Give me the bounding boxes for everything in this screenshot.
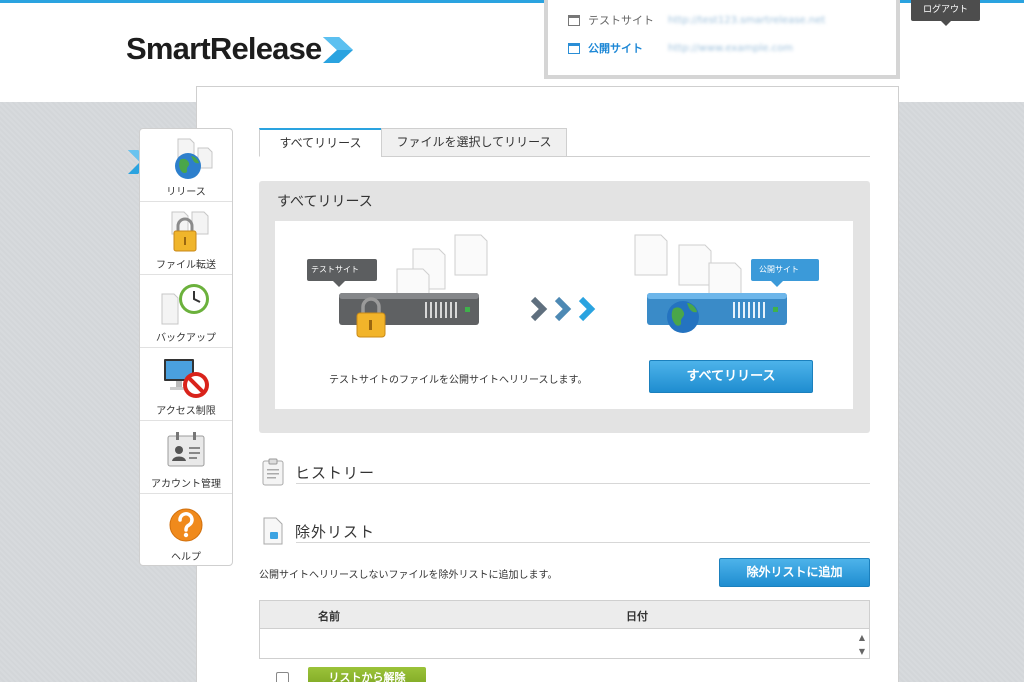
site-switcher: テストサイト http://test123.smartrelease.net 公… xyxy=(544,0,900,79)
public-site-row[interactable]: 公開サイト http://www.example.com xyxy=(568,40,793,56)
column-date[interactable]: 日付 xyxy=(626,608,648,624)
sidebar-item-help[interactable]: ヘルプ xyxy=(140,494,232,567)
table-header: 名前 日付 xyxy=(260,601,869,629)
add-exclusion-button[interactable]: 除外リストに追加 xyxy=(719,558,870,587)
logo[interactable]: SmartRelease xyxy=(126,31,354,67)
test-site-row[interactable]: テストサイト http://test123.smartrelease.net xyxy=(568,12,825,28)
table-scrollbar[interactable]: ▲ ▼ xyxy=(857,631,867,659)
test-site-label: テストサイト xyxy=(588,14,654,27)
test-site-tag: テストサイト xyxy=(311,265,359,274)
exclusion-table: 名前 日付 ▲ ▼ xyxy=(259,600,870,659)
test-site-url[interactable]: http://test123.smartrelease.net xyxy=(668,15,825,26)
window-icon xyxy=(568,14,580,26)
id-card-icon xyxy=(167,432,205,467)
column-name[interactable]: 名前 xyxy=(318,608,340,624)
logo-arrow-icon xyxy=(323,37,354,63)
remove-from-list-button[interactable]: リストから解除 xyxy=(308,667,426,682)
clock-icon xyxy=(161,284,209,325)
exclusion-description: 公開サイトへリリースしないファイルを除外リストに追加します。 xyxy=(259,570,558,581)
sidebar-item-label: バックアップ xyxy=(156,333,216,344)
exclusion-divider xyxy=(296,542,870,543)
document-icon xyxy=(263,517,283,545)
sidebar-item-label: ファイル転送 xyxy=(156,260,216,271)
sidebar-item-file-transfer[interactable]: ファイル転送 xyxy=(140,202,232,275)
sidebar-item-label: アクセス制限 xyxy=(156,406,216,417)
select-all-checkbox[interactable] xyxy=(276,672,289,682)
logo-text: SmartRelease xyxy=(126,31,322,66)
release-diagram: テストサイト 公開サイト テストサイトのファイルを公開サイトへリリースします。 … xyxy=(275,221,853,409)
release-description: テストサイトのファイルを公開サイトへリリースします。 xyxy=(329,375,588,386)
sidebar-item-access-control[interactable]: アクセス制限 xyxy=(140,348,232,421)
scroll-down-icon[interactable]: ▼ xyxy=(857,645,867,659)
scroll-up-icon[interactable]: ▲ xyxy=(857,631,867,645)
public-site-tag: 公開サイト xyxy=(759,265,799,274)
public-site-label: 公開サイト xyxy=(588,42,643,55)
sidebar-item-account[interactable]: アカウント管理 xyxy=(140,421,232,494)
sidebar-item-backup[interactable]: バックアップ xyxy=(140,275,232,348)
globe-icon xyxy=(175,138,213,179)
sidebar: リリース ファイル転送 バックアップ アクセス制限 アカウント管理 ヘルプ xyxy=(139,128,233,566)
clipboard-icon xyxy=(262,458,284,486)
tab-release-all[interactable]: すべてリリース xyxy=(259,128,382,157)
lock-icon xyxy=(171,211,209,252)
tab-bar: すべてリリース ファイルを選択してリリース xyxy=(259,128,870,157)
help-icon xyxy=(169,508,203,542)
sidebar-item-label: リリース xyxy=(166,187,206,198)
tab-select-files[interactable]: ファイルを選択してリリース xyxy=(381,128,567,157)
release-panel-title: すべてリリース xyxy=(277,194,373,210)
history-title: ヒストリー xyxy=(295,463,376,482)
no-entry-icon xyxy=(164,359,209,398)
window-icon xyxy=(568,42,580,54)
sidebar-item-label: ヘルプ xyxy=(171,552,201,563)
logout-button[interactable]: ログアウト xyxy=(911,0,980,26)
sidebar-item-label: アカウント管理 xyxy=(151,479,221,490)
release-all-panel: すべてリリース テストサイト 公開サイト テストサイトのファイルを公開サイトへリ… xyxy=(259,181,870,433)
exclusion-title: 除外リスト xyxy=(295,522,376,541)
sidebar-item-release[interactable]: リリース xyxy=(140,129,232,202)
public-site-url[interactable]: http://www.example.com xyxy=(668,43,793,54)
history-divider xyxy=(296,483,870,484)
history-header: ヒストリー xyxy=(261,458,375,486)
release-all-button[interactable]: すべてリリース xyxy=(649,360,813,393)
